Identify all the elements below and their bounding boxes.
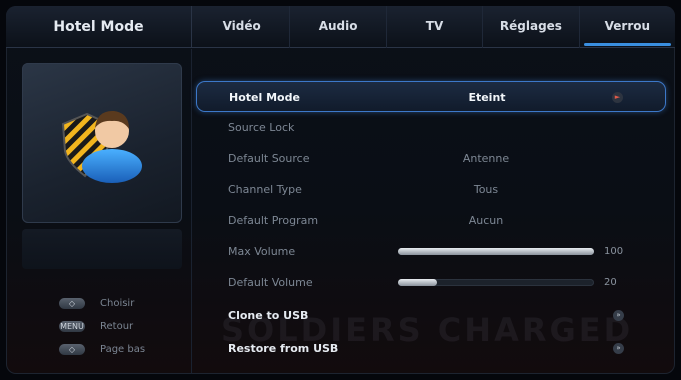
default-volume-slider[interactable] bbox=[398, 279, 594, 286]
nav-key-icon: ◇ bbox=[59, 343, 85, 355]
left-panel: ◇ Choisir MENU Retour ◇ Page bas bbox=[6, 49, 192, 374]
menu-item-label: Channel Type bbox=[228, 183, 302, 196]
hint-page-down: ◇ Page bas bbox=[59, 341, 145, 357]
arrow-right-icon: ► bbox=[612, 92, 623, 103]
menu-item-value: Eteint bbox=[468, 91, 506, 104]
arrow-right-icon: » bbox=[613, 310, 624, 321]
menu-item-default-volume[interactable]: Default Volume 20 bbox=[196, 267, 666, 298]
hint-label: Page bas bbox=[100, 343, 146, 355]
user-shield-icon bbox=[61, 110, 142, 183]
tab-audio[interactable]: Audio bbox=[290, 6, 387, 48]
top-bar: Hotel Mode Vidéo Audio TV Réglages Verro… bbox=[6, 6, 675, 48]
menu-item-label: Default Program bbox=[228, 214, 319, 227]
slider-value: 20 bbox=[604, 277, 617, 288]
tab-bar: Vidéo Audio TV Réglages Verrou bbox=[194, 6, 675, 48]
menu-item-source-lock[interactable]: Source Lock bbox=[196, 112, 666, 143]
hint-back: MENU Retour bbox=[59, 318, 133, 334]
max-volume-slider[interactable] bbox=[398, 248, 594, 255]
tab-lock[interactable]: Verrou bbox=[580, 6, 675, 48]
menu-item-hotel-mode[interactable]: Hotel Mode Eteint ► bbox=[196, 81, 666, 112]
menu-item-max-volume[interactable]: Max Volume 100 bbox=[196, 236, 666, 267]
menu-item-label: Source Lock bbox=[228, 121, 295, 134]
page-title: Hotel Mode bbox=[6, 6, 192, 48]
menu-item-label: Clone to USB bbox=[228, 309, 309, 322]
menu-item-value: Aucun bbox=[468, 214, 504, 227]
info-strip bbox=[22, 229, 182, 269]
menu-item-channel-type[interactable]: Channel Type Tous bbox=[196, 174, 666, 205]
hint-label: Retour bbox=[100, 320, 134, 332]
menu-item-value: Antenne bbox=[462, 152, 510, 165]
hint-select: ◇ Choisir bbox=[59, 295, 134, 311]
hint-label: Choisir bbox=[100, 297, 135, 309]
menu-item-restore-from-usb[interactable]: Restore from USB » bbox=[196, 333, 666, 364]
avatar bbox=[22, 63, 182, 223]
menu-item-default-source[interactable]: Default Source Antenne bbox=[196, 143, 666, 174]
menu-item-label: Hotel Mode bbox=[229, 91, 300, 104]
tab-tv[interactable]: TV bbox=[387, 6, 484, 48]
hotel-mode-screen: Hotel Mode Vidéo Audio TV Réglages Verro… bbox=[6, 6, 675, 374]
tab-settings[interactable]: Réglages bbox=[483, 6, 580, 48]
menu-key-icon: MENU bbox=[59, 320, 85, 332]
menu-item-label: Default Source bbox=[228, 152, 310, 165]
slider-fill bbox=[398, 279, 438, 286]
slider-value: 100 bbox=[604, 246, 624, 257]
menu-item-label: Default Volume bbox=[228, 276, 313, 289]
menu-item-default-program[interactable]: Default Program Aucun bbox=[196, 205, 666, 236]
menu-item-clone-to-usb[interactable]: Clone to USB » bbox=[196, 300, 666, 331]
slider-fill bbox=[398, 248, 594, 255]
nav-key-icon: ◇ bbox=[59, 297, 85, 309]
tab-video[interactable]: Vidéo bbox=[194, 6, 291, 48]
menu-item-label: Max Volume bbox=[228, 245, 296, 258]
menu-item-label: Restore from USB bbox=[228, 342, 339, 355]
arrow-right-icon: » bbox=[613, 343, 624, 354]
menu-item-value: Tous bbox=[473, 183, 499, 196]
